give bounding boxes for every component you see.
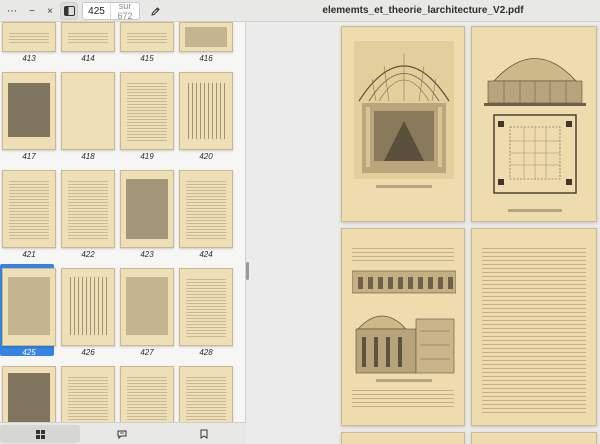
thumbnail-label: 425 [22,348,36,357]
thumbnail-image [120,268,174,346]
thumbnail-label: 424 [199,250,213,259]
thumbnail-image [179,366,233,422]
thumbnail-image [2,268,56,346]
annotate-button[interactable] [146,2,164,20]
thumbnail-image [2,170,56,248]
figure-caption [376,185,432,188]
document-view[interactable] [249,22,600,444]
page-running-header [352,235,454,239]
page-text-block [352,245,454,263]
thumbnail-label: 420 [199,152,213,161]
thumbnail-image [2,72,56,150]
comment-icon [117,430,127,439]
page-text-block [482,245,586,413]
section-and-plan-illustration [484,58,586,194]
grid-icon [35,429,45,439]
thumbnail-image [2,22,56,52]
thumbnail-image [179,170,233,248]
minimize-button[interactable]: − [24,3,40,19]
page-running-header [482,235,586,239]
sidebar-bottom-bar [0,422,246,444]
thumbnail-label: 413 [22,54,36,63]
page-count-label: sur 672 [117,1,133,21]
thumbnail-label: 423 [140,250,154,259]
thumbnail-label: 418 [81,152,95,161]
document-title: elememts_et_theorie_larchitecture_V2.pdf [322,5,524,16]
thumbnail-label: 414 [81,54,95,63]
thumbnail-image [61,22,115,52]
menu-icon[interactable]: ⋯ [4,3,20,19]
header-left-controls: ⋯ − × 425 sur 672 [0,0,246,22]
thumbnail-label: 426 [81,348,95,357]
thumbnail-sidebar[interactable]: 413 414 415 416 417 418 419 420 421 422 … [0,22,246,422]
annotations-view-button[interactable] [82,425,162,443]
building-section-illustration [355,315,455,374]
sidebar-toggle-button[interactable] [60,2,78,20]
current-page-input[interactable]: 425 [83,3,111,19]
thumbnail-image [120,170,174,248]
thumbnail-image [179,22,233,52]
figure-caption [508,209,562,212]
thumbnail-label: 427 [140,348,154,357]
page-423 [341,26,465,222]
thumbnail-label: 419 [140,152,154,161]
thumbnail-image [120,22,174,52]
thumbnail-label: 417 [22,152,36,161]
page-427 [341,432,465,444]
thumbnail-image [179,268,233,346]
thumbnail-label: 421 [22,250,36,259]
bookmarks-view-button[interactable] [164,425,244,443]
page-428 [471,432,597,444]
thumbnail-image [2,366,56,422]
bookmark-icon [200,429,208,439]
thumbnail-image [61,72,115,150]
page-running-header [482,33,586,37]
figure-caption [376,379,432,382]
pencil-icon [150,6,160,16]
thumbnail-label: 428 [199,348,213,357]
thumbnail-image [61,366,115,422]
thumbnail-label: 422 [81,250,95,259]
dome-interior-illustration [354,41,454,179]
thumbnail-image [61,170,115,248]
sidebar-toggle-icon [63,6,75,16]
header-bar: ⋯ − × 425 sur 672 elememts_et_theorie_la… [0,0,600,22]
page-number-entry[interactable]: 425 sur 672 [82,1,140,21]
thumbnail-label: 415 [140,54,154,63]
page-425 [341,228,465,426]
page-426 [471,228,597,426]
page-running-header [352,33,454,37]
facade-illustration [352,270,456,294]
thumbnail-image [61,268,115,346]
thumbnail-image [120,72,174,150]
page-text-block [352,387,454,409]
thumbnail-label: 416 [199,54,213,63]
close-button[interactable]: × [42,3,58,19]
thumbnail-image [120,366,174,422]
thumbnails-view-button[interactable] [0,425,80,443]
thumbnail-image [179,72,233,150]
page-424 [471,26,597,222]
